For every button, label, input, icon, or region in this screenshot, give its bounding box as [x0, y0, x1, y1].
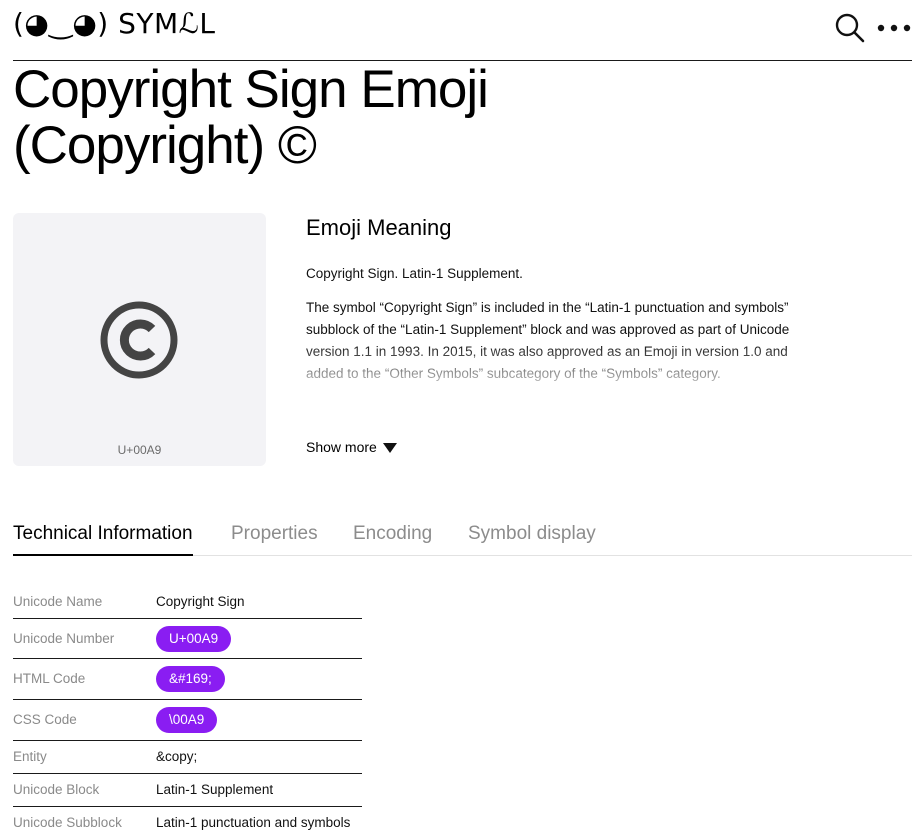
meaning-fade-overlay	[306, 343, 826, 391]
emoji-meaning-section: Emoji Meaning Copyright Sign. Latin-1 Su…	[306, 213, 826, 391]
row-value: Latin-1 Supplement	[156, 782, 274, 797]
row-label: CSS Code	[13, 712, 77, 727]
triangle-down-icon	[382, 443, 397, 454]
page-title-line-2: (Copyright) ©	[13, 116, 317, 175]
tab-technical-information[interactable]: Technical Information	[13, 518, 193, 556]
row-label: Unicode Name	[13, 594, 103, 609]
page-title: Copyright Sign Emoji (Copyright) ©	[13, 62, 613, 174]
row-value: Copyright Sign	[156, 594, 245, 609]
more-horizontal-icon	[877, 24, 911, 32]
search-button[interactable]	[835, 13, 865, 43]
site-logo[interactable]: (◕‿◕) SYMℒL	[13, 6, 215, 42]
copy-css-code-pill[interactable]: \00A9	[156, 707, 218, 733]
symbol-preview-card[interactable]: U+00A9	[13, 213, 266, 466]
tab-properties[interactable]: Properties	[231, 518, 318, 554]
row-value: &copy;	[156, 749, 198, 764]
more-menu-button[interactable]	[877, 16, 911, 40]
show-more-button[interactable]: Show more	[306, 437, 397, 457]
copy-html-code-pill[interactable]: &#169;	[156, 666, 225, 692]
table-row: Unicode Name Copyright Sign	[13, 584, 362, 619]
meaning-heading: Emoji Meaning	[306, 215, 452, 240]
row-value: Latin-1 punctuation and symbols	[156, 815, 351, 830]
tab-symbol-display[interactable]: Symbol display	[468, 518, 596, 554]
row-label: Entity	[13, 749, 47, 764]
table-row: Unicode Subblock Latin-1 punctuation and…	[13, 807, 362, 839]
info-tabs: Technical Information Properties Encodin…	[13, 518, 912, 556]
copy-unicode-number-pill[interactable]: U+00A9	[156, 626, 232, 652]
table-row: Unicode Number U+00A9	[13, 619, 362, 659]
table-row: CSS Code \00A9	[13, 700, 362, 741]
technical-info-table: Unicode Name Copyright Sign Unicode Numb…	[13, 584, 362, 839]
row-label: Unicode Block	[13, 782, 100, 797]
preview-unicode-code: U+00A9	[117, 443, 162, 457]
table-row: Unicode Block Latin-1 Supplement	[13, 774, 362, 807]
search-icon	[835, 13, 865, 43]
row-label: Unicode Subblock	[13, 815, 122, 830]
meaning-short-text: Copyright Sign. Latin-1 Supplement.	[306, 266, 523, 281]
show-more-label: Show more	[306, 439, 377, 455]
site-header: (◕‿◕) SYMℒL	[13, 0, 912, 61]
page-title-line-1: Copyright Sign Emoji	[13, 60, 489, 119]
table-row: Entity &copy;	[13, 741, 362, 774]
tab-encoding[interactable]: Encoding	[353, 518, 432, 554]
copyright-icon	[100, 301, 178, 379]
row-label: HTML Code	[13, 671, 86, 686]
row-label: Unicode Number	[13, 631, 115, 646]
table-row: HTML Code &#169;	[13, 659, 362, 700]
